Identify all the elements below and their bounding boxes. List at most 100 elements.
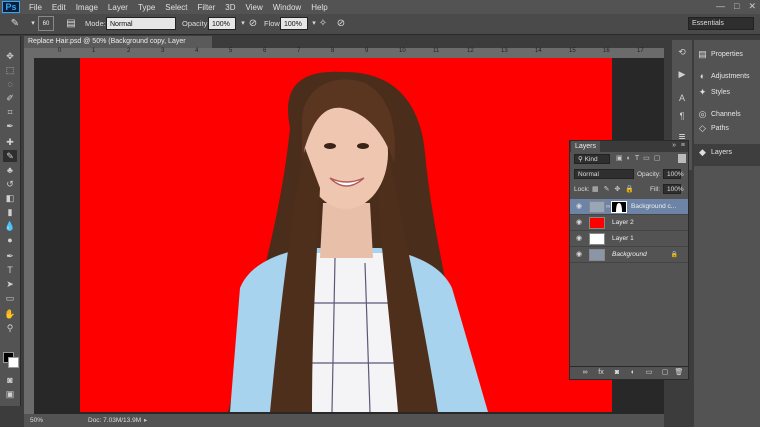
menu-bar: Ps File Edit Image Layer Type Select Fil… [0, 0, 760, 14]
layer-row[interactable]: ◉ Background 🔒 [570, 247, 688, 263]
layer-name[interactable]: Background c... [631, 203, 676, 210]
layer-thumbnail [589, 249, 605, 261]
layer-name[interactable]: Layer 1 [612, 235, 634, 242]
actions-icon[interactable]: ▶ [675, 68, 689, 80]
eraser-tool-icon[interactable]: ◧ [3, 192, 17, 204]
lasso-tool-icon[interactable]: ◌ [3, 78, 17, 90]
menu-window[interactable]: Window [268, 3, 306, 12]
ruler-label: 2 [127, 48, 131, 54]
menu-filter[interactable]: Filter [193, 3, 221, 12]
layer-style-icon[interactable]: fx [596, 369, 606, 377]
eye-icon[interactable]: ◉ [575, 219, 583, 227]
workspace-select[interactable]: Essentials [688, 17, 754, 30]
marquee-tool-icon[interactable]: ⬚ [3, 64, 17, 76]
eye-icon[interactable]: ◉ [575, 203, 583, 211]
panel-menu-icon[interactable]: ≡ [681, 142, 685, 149]
close-button[interactable]: ✕ [748, 1, 756, 12]
collapse-icon[interactable]: » [672, 142, 676, 149]
layer-row[interactable]: ◉ Layer 1 [570, 231, 688, 247]
status-menu-icon[interactable]: ▸ [144, 416, 147, 424]
link-layers-icon[interactable]: ∞ [580, 369, 590, 377]
history-icon[interactable]: ⟲ [675, 46, 689, 58]
filter-kind-select[interactable]: ⚲ Kind [574, 154, 610, 164]
menu-3d[interactable]: 3D [220, 3, 240, 12]
adjustments-icon: ◐ [699, 71, 706, 81]
ruler-label: 0 [58, 48, 62, 54]
eyedropper-tool-icon[interactable]: ✒ [3, 120, 17, 132]
document-info[interactable]: Doc: 7.03M/13.9M [88, 417, 141, 424]
opacity-input[interactable]: 100% [208, 17, 236, 30]
menu-view[interactable]: View [241, 3, 268, 12]
add-mask-icon[interactable]: ◙ [612, 369, 622, 377]
brush-tool-icon[interactable]: ✎ [3, 150, 17, 162]
type-tool-icon[interactable]: T [3, 264, 17, 276]
clone-stamp-tool-icon[interactable]: ♣ [3, 164, 17, 176]
pressure-opacity-icon[interactable]: ⊘ [246, 17, 260, 31]
layer-opacity-input[interactable]: 100% [663, 169, 684, 179]
eye-icon[interactable]: ◉ [575, 235, 583, 243]
dock-paths[interactable]: ◇ Paths [698, 124, 729, 132]
document-tab[interactable]: Replace Hair.psd @ 50% (Background copy,… [24, 36, 212, 57]
airbrush-icon[interactable]: ✧ [316, 17, 330, 31]
menu-type[interactable]: Type [133, 3, 160, 12]
dock-styles[interactable]: ✦ Styles [698, 88, 730, 97]
layer-row[interactable]: ◉ Layer 2 [570, 215, 688, 231]
blur-tool-icon[interactable]: 💧 [3, 220, 17, 232]
lock-icons[interactable]: ▦✎✥🔒 [592, 185, 639, 193]
screen-mode-icon[interactable]: ▣ [3, 388, 17, 400]
layers-tab[interactable]: Layers [571, 141, 601, 152]
fill-input[interactable]: 100% [663, 184, 684, 194]
dock-adjustments[interactable]: ◐ Adjustments [698, 72, 750, 81]
brush-size-preview[interactable]: 60 [38, 16, 54, 31]
pen-tool-icon[interactable]: ✒ [3, 250, 17, 262]
adjustment-layer-icon[interactable]: ◐ [628, 369, 638, 377]
flow-input[interactable]: 100% [280, 17, 308, 30]
pressure-size-icon[interactable]: ⊘ [334, 17, 348, 31]
zoom-tool-icon[interactable]: ⚲ [3, 322, 17, 334]
menu-help[interactable]: Help [306, 3, 332, 12]
move-tool-icon[interactable]: ✥ [3, 50, 17, 62]
filter-toggle[interactable] [678, 154, 686, 163]
background-color-swatch[interactable] [8, 357, 19, 368]
hand-tool-icon[interactable]: ✋ [3, 308, 17, 320]
zoom-level[interactable]: 50% [30, 417, 43, 424]
document-canvas[interactable] [80, 58, 612, 412]
shape-tool-icon[interactable]: ▭ [3, 292, 17, 304]
crop-tool-icon[interactable]: ⌗ [3, 106, 17, 118]
new-group-icon[interactable]: ▭ [644, 369, 654, 377]
filter-icons[interactable]: ▣◐T▭▢ [616, 154, 664, 162]
menu-select[interactable]: Select [160, 3, 192, 12]
dock-item-label: Paths [711, 124, 729, 132]
gradient-tool-icon[interactable]: ▮ [3, 206, 17, 218]
dock-channels[interactable]: ◎ Channels [698, 110, 741, 119]
delete-layer-icon[interactable]: 🗑 [674, 369, 684, 377]
path-selection-tool-icon[interactable]: ➤ [3, 278, 17, 290]
history-brush-tool-icon[interactable]: ↺ [3, 178, 17, 190]
layer-name[interactable]: Layer 2 [612, 219, 634, 226]
layer-row[interactable]: ◉ ∞ Background c... [570, 199, 688, 215]
layer-name[interactable]: Background [612, 251, 647, 258]
menu-image[interactable]: Image [71, 3, 103, 12]
brush-panel-icon[interactable]: ▤ [64, 17, 78, 31]
dodge-tool-icon[interactable]: ● [3, 234, 17, 246]
menu-layer[interactable]: Layer [103, 3, 133, 12]
dock-properties[interactable]: ▤ Properties [698, 50, 743, 59]
quick-selection-tool-icon[interactable]: ✐ [3, 92, 17, 104]
layer-mask-thumbnail[interactable] [611, 201, 627, 213]
minimize-button[interactable]: — [716, 1, 725, 12]
menu-file[interactable]: File [24, 3, 47, 12]
link-icon[interactable]: ∞ [606, 204, 610, 210]
dock-layers[interactable]: ◆ Layers [698, 148, 732, 157]
eye-icon[interactable]: ◉ [575, 251, 583, 259]
character-icon[interactable]: A [675, 92, 689, 104]
maximize-button[interactable]: □ [734, 1, 739, 12]
quick-mask-icon[interactable]: ◙ [3, 374, 17, 386]
mode-select[interactable]: Normal [106, 17, 176, 30]
dock-panel: ▤ Properties ◐ Adjustments ✦ Styles ◎ Ch… [694, 40, 760, 427]
healing-brush-tool-icon[interactable]: ✚ [3, 136, 17, 148]
new-layer-icon[interactable]: ▢ [660, 369, 670, 377]
blend-mode-select[interactable]: Normal [574, 169, 634, 179]
paragraph-icon[interactable]: ¶ [675, 110, 689, 122]
brush-tool-icon[interactable]: ✎ [8, 17, 22, 31]
menu-edit[interactable]: Edit [47, 3, 71, 12]
